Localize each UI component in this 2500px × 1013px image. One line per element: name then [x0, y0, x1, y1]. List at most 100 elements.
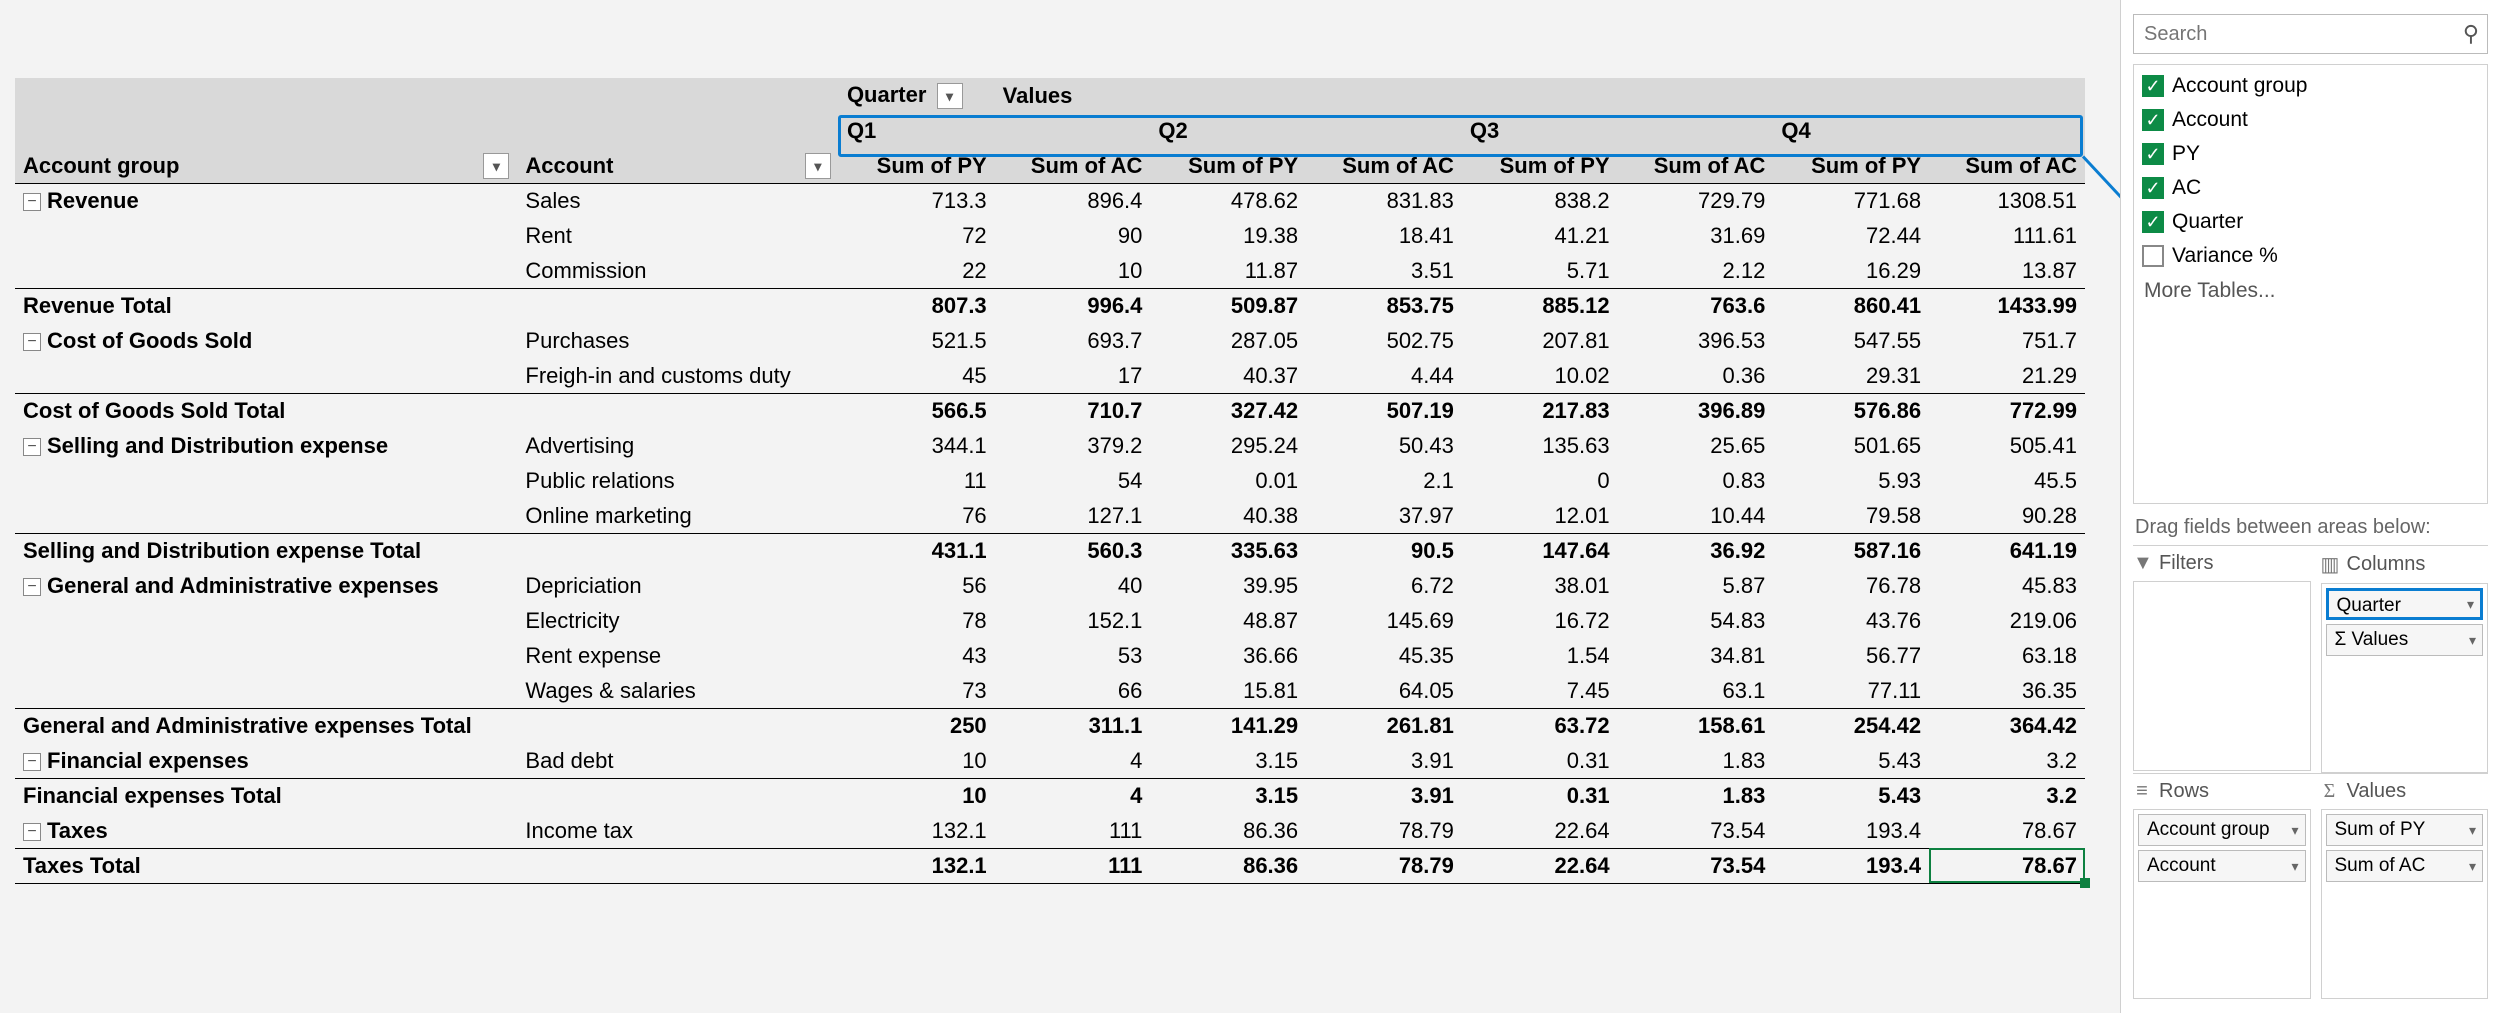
value-cell[interactable]: 17 — [995, 358, 1151, 393]
value-cell[interactable]: 78 — [839, 603, 995, 638]
field-item[interactable]: ✓Account group — [2134, 69, 2487, 103]
value-cell[interactable]: 72 — [839, 218, 995, 253]
value-cell[interactable]: 10 — [995, 253, 1151, 288]
value-cell[interactable]: 831.83 — [1306, 183, 1462, 218]
selection-handle[interactable] — [2080, 878, 2090, 888]
account-cell[interactable]: Advertising — [517, 428, 839, 463]
value-cell[interactable]: 12.01 — [1462, 498, 1618, 533]
total-value-cell[interactable]: 261.81 — [1306, 708, 1462, 743]
value-cell[interactable]: 295.24 — [1150, 428, 1306, 463]
row-field-account-group[interactable]: Account group ▾ — [15, 148, 517, 183]
checkbox[interactable]: ✓ — [2142, 211, 2164, 233]
field-item[interactable]: ✓PY — [2134, 137, 2487, 171]
total-value-cell[interactable]: 78.79 — [1306, 848, 1462, 883]
total-value-cell[interactable]: 193.4 — [1773, 848, 1929, 883]
value-cell[interactable]: 505.41 — [1929, 428, 2085, 463]
total-value-cell[interactable]: 860.41 — [1773, 288, 1929, 323]
value-cell[interactable]: 207.81 — [1462, 323, 1618, 358]
value-cell[interactable]: 16.29 — [1773, 253, 1929, 288]
field-item[interactable]: ✓Account — [2134, 103, 2487, 137]
total-value-cell[interactable]: 807.3 — [839, 288, 995, 323]
group-cell[interactable] — [15, 358, 517, 393]
value-cell[interactable]: 16.72 — [1462, 603, 1618, 638]
chevron-down-icon[interactable]: ▾ — [2469, 851, 2476, 881]
value-cell[interactable]: 2.1 — [1306, 463, 1462, 498]
value-cell[interactable]: 771.68 — [1773, 183, 1929, 218]
value-cell[interactable]: 43 — [839, 638, 995, 673]
value-cell[interactable]: 56 — [839, 568, 995, 603]
total-value-cell[interactable]: 576.86 — [1773, 393, 1929, 428]
value-cell[interactable]: 15.81 — [1150, 673, 1306, 708]
checkbox[interactable]: ✓ — [2142, 109, 2164, 131]
value-cell[interactable]: 111 — [995, 813, 1151, 848]
dropdown-icon[interactable]: ▾ — [483, 153, 509, 179]
value-cell[interactable]: 36.35 — [1929, 673, 2085, 708]
checkbox[interactable]: ✓ — [2142, 245, 2164, 267]
value-cell[interactable]: 521.5 — [839, 323, 995, 358]
total-value-cell[interactable]: 587.16 — [1773, 533, 1929, 568]
total-value-cell[interactable]: 364.42 — [1929, 708, 2085, 743]
total-value-cell[interactable]: 431.1 — [839, 533, 995, 568]
account-cell[interactable]: Purchases — [517, 323, 839, 358]
total-value-cell[interactable]: 763.6 — [1618, 288, 1774, 323]
account-cell[interactable]: Income tax — [517, 813, 839, 848]
value-cell[interactable]: 64.05 — [1306, 673, 1462, 708]
value-cell[interactable]: 5.93 — [1773, 463, 1929, 498]
value-cell[interactable]: 6.72 — [1306, 568, 1462, 603]
total-value-cell[interactable]: 885.12 — [1462, 288, 1618, 323]
account-cell[interactable]: Wages & salaries — [517, 673, 839, 708]
value-cell[interactable]: 41.21 — [1462, 218, 1618, 253]
value-cell[interactable]: 21.29 — [1929, 358, 2085, 393]
total-value-cell[interactable]: 86.36 — [1150, 848, 1306, 883]
total-value-cell[interactable]: 111 — [995, 848, 1151, 883]
value-cell[interactable]: 896.4 — [995, 183, 1151, 218]
total-value-cell[interactable]: 3.91 — [1306, 778, 1462, 813]
field-pill[interactable]: Sum of AC▾ — [2326, 850, 2484, 882]
account-cell[interactable]: Commission — [517, 253, 839, 288]
account-cell[interactable]: Public relations — [517, 463, 839, 498]
checkbox[interactable]: ✓ — [2142, 143, 2164, 165]
value-cell[interactable]: 48.87 — [1150, 603, 1306, 638]
value-cell[interactable]: 78.79 — [1306, 813, 1462, 848]
value-cell[interactable]: 56.77 — [1773, 638, 1929, 673]
total-value-cell[interactable]: 73.54 — [1618, 848, 1774, 883]
total-value-cell[interactable]: 5.43 — [1773, 778, 1929, 813]
account-cell[interactable]: Depriciation — [517, 568, 839, 603]
value-cell[interactable]: 66 — [995, 673, 1151, 708]
total-value-cell[interactable]: 250 — [839, 708, 995, 743]
total-value-cell[interactable]: 566.5 — [839, 393, 995, 428]
value-cell[interactable]: 3.2 — [1929, 743, 2085, 778]
group-cell[interactable]: −Cost of Goods Sold — [15, 323, 517, 358]
checkbox[interactable]: ✓ — [2142, 177, 2164, 199]
total-value-cell[interactable]: 254.42 — [1773, 708, 1929, 743]
total-value-cell[interactable]: 335.63 — [1150, 533, 1306, 568]
value-cell[interactable]: 3.15 — [1150, 743, 1306, 778]
value-cell[interactable]: 25.65 — [1618, 428, 1774, 463]
group-cell[interactable] — [15, 218, 517, 253]
account-cell[interactable]: Online marketing — [517, 498, 839, 533]
value-cell[interactable]: 18.41 — [1306, 218, 1462, 253]
total-value-cell[interactable]: 63.72 — [1462, 708, 1618, 743]
field-pill[interactable]: Quarter▾ — [2326, 588, 2484, 620]
value-cell[interactable]: 38.01 — [1462, 568, 1618, 603]
value-cell[interactable]: 751.7 — [1929, 323, 2085, 358]
col-field-quarter[interactable]: Quarter ▾ — [839, 78, 995, 113]
value-cell[interactable]: 0.31 — [1462, 743, 1618, 778]
value-cell[interactable]: 145.69 — [1306, 603, 1462, 638]
group-cell[interactable] — [15, 463, 517, 498]
value-cell[interactable]: 1.54 — [1462, 638, 1618, 673]
value-cell[interactable]: 86.36 — [1150, 813, 1306, 848]
collapse-icon[interactable]: − — [23, 193, 41, 211]
value-cell[interactable]: 501.65 — [1773, 428, 1929, 463]
field-item[interactable]: ✓Quarter — [2134, 205, 2487, 239]
group-cell[interactable] — [15, 673, 517, 708]
value-cell[interactable]: 39.95 — [1150, 568, 1306, 603]
total-value-cell[interactable]: 4 — [995, 778, 1151, 813]
total-value-cell[interactable]: 132.1 — [839, 848, 995, 883]
value-cell[interactable]: 7.45 — [1462, 673, 1618, 708]
total-value-cell[interactable]: 22.64 — [1462, 848, 1618, 883]
account-cell[interactable]: Bad debt — [517, 743, 839, 778]
field-pill[interactable]: Sum of PY▾ — [2326, 814, 2484, 846]
total-value-cell[interactable]: 3.2 — [1929, 778, 2085, 813]
value-cell[interactable]: 5.87 — [1618, 568, 1774, 603]
